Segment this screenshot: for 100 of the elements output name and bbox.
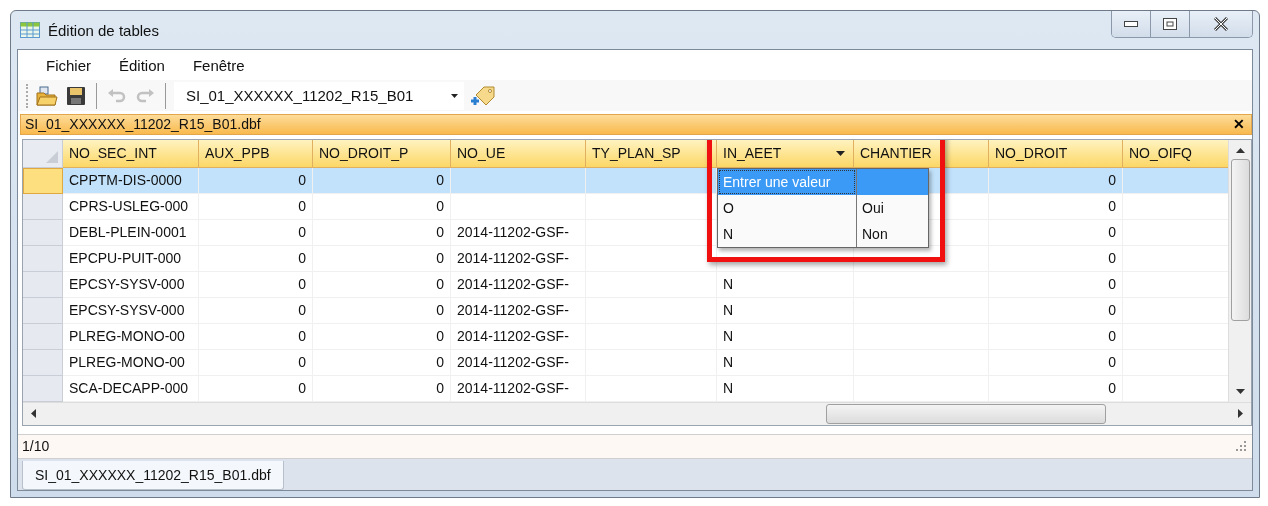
undo-icon [107, 86, 127, 105]
table-cell: 0 [989, 375, 1123, 402]
row-header[interactable] [23, 167, 63, 194]
dropdown-option[interactable]: O Oui [718, 194, 928, 221]
row-header[interactable] [23, 375, 63, 402]
table-cell: 0 [313, 219, 451, 246]
table-cell: 0 [989, 167, 1123, 194]
table-cell: 0 [199, 349, 313, 376]
table-cell: 0 [199, 245, 313, 272]
document-tab[interactable]: SI_01_XXXXXX_11202_R15_B01.dbf [22, 461, 284, 490]
close-icon [1213, 17, 1229, 31]
scroll-down-icon [1235, 388, 1245, 394]
table-cell: N [717, 375, 854, 402]
column-header[interactable]: IN_AEET [717, 139, 854, 168]
menu-item[interactable]: Fichier [32, 56, 105, 74]
table-cell: EPCPU-PUIT-000 [63, 245, 199, 272]
table-cell: 0 [989, 349, 1123, 376]
table-cell: CPRS-USLEG-000 [63, 193, 199, 220]
table-cell: 0 [989, 193, 1123, 220]
table-cell: 0 [313, 323, 451, 350]
table-cell: 0 [199, 297, 313, 324]
row-header[interactable] [23, 323, 63, 350]
table-cell: N [717, 297, 854, 324]
document-title: SI_01_XXXXXX_11202_R15_B01.dbf [25, 116, 261, 133]
row-header[interactable] [23, 245, 63, 272]
table-cell: 2014-11202-GSF- [451, 323, 586, 350]
table-cell: 0 [313, 297, 451, 324]
table-cell: 0 [989, 219, 1123, 246]
column-header[interactable]: NO_UE [451, 139, 586, 168]
table-cell: 2014-11202-GSF- [451, 349, 586, 376]
table-cell: 0 [989, 271, 1123, 298]
table-cell: PLREG-MONO-00 [63, 349, 199, 376]
table-cell: DEBL-PLEIN-0001 [63, 219, 199, 246]
table-cell: 0 [199, 219, 313, 246]
row-header[interactable] [23, 193, 63, 220]
table-cell: 0 [199, 167, 313, 194]
dropdown-caret-icon [451, 93, 458, 98]
maximize-button[interactable] [1151, 11, 1190, 37]
minimize-button[interactable] [1112, 11, 1151, 37]
table-cell: 0 [989, 297, 1123, 324]
column-header[interactable]: NO_DROIT [989, 139, 1123, 168]
table-cell: 2014-11202-GSF- [451, 219, 586, 246]
row-header[interactable] [23, 297, 63, 324]
scroll-right-icon [1238, 409, 1243, 419]
table-cell: 0 [313, 245, 451, 272]
record-position: 1/10 [22, 438, 50, 455]
table-cell: SCA-DECAPP-000 [63, 375, 199, 402]
column-header[interactable]: NO_OIFQ [1123, 139, 1229, 168]
close-button[interactable] [1190, 11, 1252, 37]
column-header[interactable]: AUX_PPB [199, 139, 313, 168]
table-cell: PLREG-MONO-00 [63, 323, 199, 350]
table-cell: 0 [313, 375, 451, 402]
horizontal-scrollbar[interactable] [23, 401, 1251, 425]
scroll-up-icon [1235, 147, 1245, 153]
minimize-icon [1124, 21, 1138, 27]
table-cell: N [717, 349, 854, 376]
redo-icon [135, 86, 155, 105]
table-cell: 2014-11202-GSF- [451, 271, 586, 298]
table-cell: 0 [313, 193, 451, 220]
table-cell: 0 [199, 323, 313, 350]
table-cell: 0 [313, 349, 451, 376]
table-cell: EPCSY-SYSV-000 [63, 297, 199, 324]
vertical-scrollbar[interactable] [1228, 139, 1251, 402]
table-cell: 0 [989, 323, 1123, 350]
table-cell: 0 [313, 167, 451, 194]
maximize-icon [1163, 18, 1177, 30]
table-icon [20, 22, 40, 38]
table-cell: 0 [199, 271, 313, 298]
table-cell: 2014-11202-GSF- [451, 297, 586, 324]
table-cell: CPPTM-DIS-0000 [63, 167, 199, 194]
filter-caret-icon [836, 150, 845, 156]
scroll-left-icon [31, 409, 36, 419]
resize-grip-icon [1236, 441, 1246, 452]
folder-icon [36, 85, 58, 106]
column-header[interactable]: NO_DROIT_P [313, 139, 451, 168]
row-header[interactable] [23, 349, 63, 376]
table-cell: EPCSY-SYSV-000 [63, 271, 199, 298]
column-header[interactable]: TY_PLAN_SP [586, 139, 717, 168]
table-cell: 0 [199, 193, 313, 220]
document-close-button[interactable]: ✕ [1231, 116, 1247, 133]
row-header[interactable] [23, 219, 63, 246]
tag-plus-icon [470, 84, 496, 107]
table-cell: 0 [989, 245, 1123, 272]
select-all-triangle-icon [46, 150, 58, 163]
table-cell: N [717, 323, 854, 350]
window-title: Édition de tables [48, 21, 159, 39]
table-cell: 2014-11202-GSF- [451, 245, 586, 272]
dropdown-option[interactable]: N Non [718, 220, 928, 247]
table-cell: 0 [313, 271, 451, 298]
column-header[interactable]: CHANTIER [854, 139, 989, 168]
menu-item[interactable]: Édition [105, 56, 179, 74]
column-header[interactable]: NO_SEC_INT [63, 139, 199, 168]
scroll-thumb[interactable] [1230, 158, 1250, 321]
table-cell: N [717, 271, 854, 298]
table-cell: 0 [199, 375, 313, 402]
row-header[interactable] [23, 271, 63, 298]
table-select[interactable]: SI_01_XXXXXX_11202_R15_B01 [174, 81, 464, 110]
scroll-thumb[interactable] [826, 403, 1106, 424]
table-cell: 2014-11202-GSF- [451, 375, 586, 402]
menu-item[interactable]: Fenêtre [178, 56, 259, 74]
